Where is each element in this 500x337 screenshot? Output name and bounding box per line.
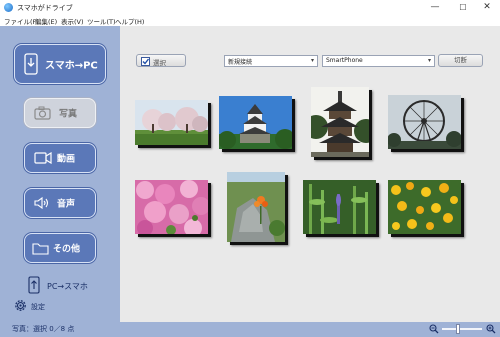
video-label: 動画	[57, 154, 76, 165]
zoom-in-icon[interactable]	[486, 324, 496, 334]
phone-download-icon	[24, 53, 38, 75]
menu-tools[interactable]: ツール(T)	[87, 16, 116, 26]
zoom-out-icon[interactable]	[429, 324, 439, 334]
photo-thumbnail[interactable]	[135, 180, 208, 234]
menu-file[interactable]: ファイル(F)	[4, 16, 39, 26]
speaker-icon	[34, 196, 49, 210]
castle-image	[219, 96, 292, 149]
phone-upload-icon[interactable]	[28, 276, 40, 294]
pagoda-image	[311, 87, 369, 157]
other-button[interactable]: その他	[24, 233, 96, 263]
gear-icon[interactable]	[13, 298, 28, 313]
phone-to-pc-button[interactable]: スマホ→PC	[14, 44, 106, 84]
device-select[interactable]: SmartPhone ▾	[322, 55, 435, 67]
green-plants-image	[303, 180, 376, 234]
photo-thumbnail[interactable]	[388, 180, 461, 234]
zoom-slider-handle[interactable]	[456, 324, 461, 334]
pink-azalea-image	[135, 180, 208, 234]
phone-to-pc-label: スマホ→PC	[45, 60, 98, 72]
window-title: スマホがドライブ	[17, 4, 73, 12]
select-button[interactable]: 選択	[136, 54, 186, 67]
minimize-button[interactable]: —	[422, 0, 448, 15]
camera-icon	[34, 106, 51, 120]
cherry-blossom-image	[135, 100, 208, 145]
zoom-slider[interactable]	[442, 328, 482, 330]
pc-to-phone-label[interactable]: PC→スマホ	[47, 281, 88, 292]
orange-lily-image	[227, 172, 285, 242]
device-value: SmartPhone	[326, 57, 363, 64]
sidebar: スマホ→PC 写真 動画 音声 その他	[0, 26, 120, 322]
menu-edit[interactable]: 編集(E)	[35, 16, 57, 26]
photo-thumbnail[interactable]	[135, 100, 208, 145]
photo-thumbnail[interactable]	[311, 87, 369, 157]
menu-bar: ファイル(F) 編集(E) 表示(V) ツール(T) ヘルプ(H)	[0, 15, 500, 26]
ferris-wheel-image	[388, 95, 461, 149]
app-icon	[4, 3, 13, 12]
photo-thumbnail[interactable]	[303, 180, 376, 234]
audio-button[interactable]: 音声	[24, 188, 96, 218]
audio-label: 音声	[57, 199, 76, 210]
video-camera-icon	[34, 152, 52, 164]
select-checkbox-icon[interactable]	[141, 57, 150, 66]
video-button[interactable]: 動画	[24, 143, 96, 173]
photo-thumbnail[interactable]	[219, 96, 292, 149]
settings-label[interactable]: 設定	[31, 302, 45, 312]
select-label: 選択	[153, 59, 166, 67]
photo-thumbnail[interactable]	[227, 172, 285, 242]
main-panel	[120, 26, 500, 322]
yellow-flowers-image	[388, 180, 461, 234]
menu-view[interactable]: 表示(V)	[61, 16, 84, 26]
status-text: 写真：選択 0／8 点	[12, 325, 75, 333]
photo-label: 写真	[59, 109, 78, 120]
chevron-down-icon: ▾	[310, 57, 314, 64]
other-label: その他	[53, 244, 81, 255]
disconnect-button[interactable]: 切断	[438, 54, 483, 67]
connection-select[interactable]: 新規接続 ▾	[224, 55, 318, 67]
folder-icon	[32, 243, 49, 255]
maximize-button[interactable]: ☐	[450, 0, 476, 15]
connection-value: 新規接続	[228, 59, 253, 66]
chevron-down-icon: ▾	[427, 57, 431, 64]
menu-help[interactable]: ヘルプ(H)	[115, 16, 144, 26]
photo-thumbnail[interactable]	[388, 95, 461, 149]
photo-button[interactable]: 写真	[24, 98, 96, 128]
title-bar: スマホがドライブ — ☐ ✕	[0, 0, 500, 15]
close-button[interactable]: ✕	[474, 0, 500, 15]
status-bar: 写真：選択 0／8 点	[0, 322, 500, 337]
